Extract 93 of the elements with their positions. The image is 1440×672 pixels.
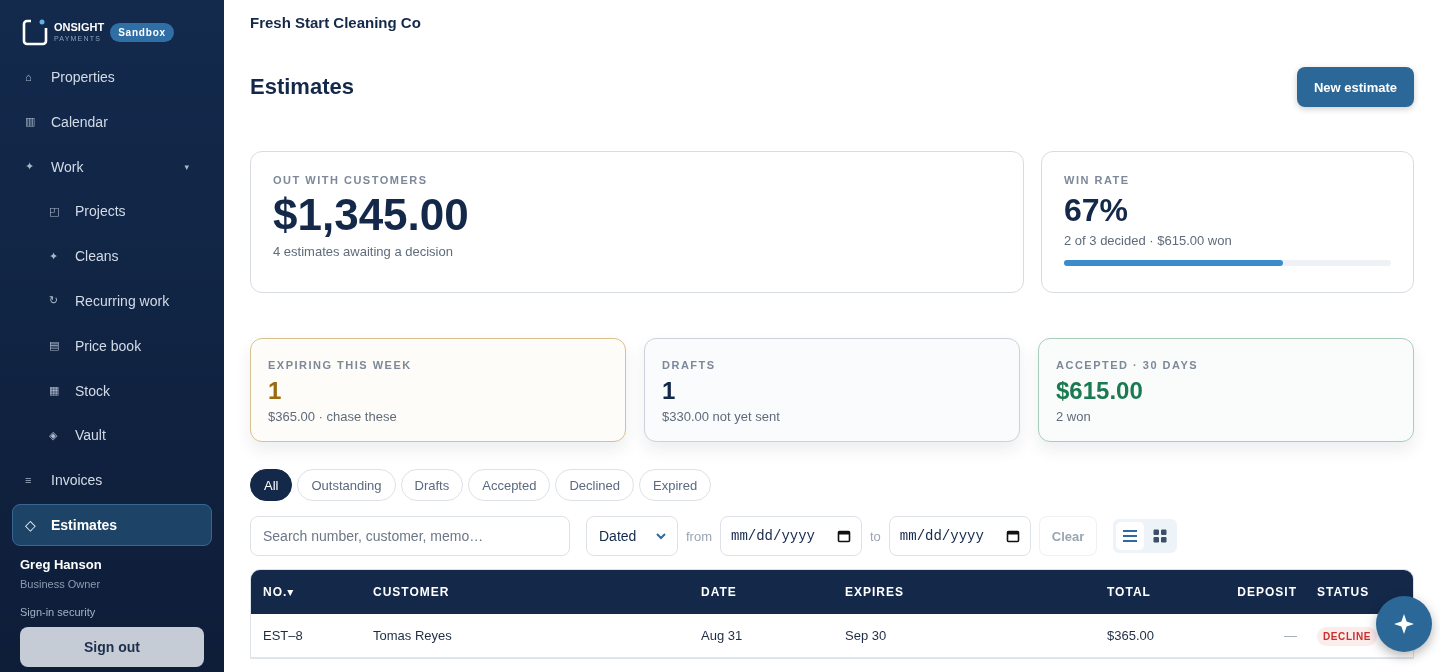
company-name: Fresh Start Cleaning Co (250, 14, 422, 31)
card-value: 1 (662, 377, 677, 405)
brand-name: ONSIGHT (54, 22, 105, 33)
table-cell-text: Tomas Reyes (373, 628, 453, 643)
nav-item[interactable]: ⌂ Properties (12, 56, 212, 98)
nav-icon: ▤ (49, 339, 75, 353)
card-label: ACCEPTED · 30 DAYS (1056, 359, 1200, 371)
from-label: from (686, 528, 712, 544)
nav-icon: ≡ (25, 474, 51, 487)
nav-label: Calendar (51, 113, 109, 130)
card-label: EXPIRING THIS WEEK (268, 359, 413, 371)
column-header[interactable]: TOTAL (1107, 585, 1205, 599)
card-value: $1,345.00 (273, 190, 470, 240)
filter-tab[interactable]: Drafts (400, 469, 464, 501)
nav-item[interactable]: ◈ Vault (12, 414, 212, 457)
nav-icon: ▦ (49, 384, 75, 398)
to-date-field[interactable]: mm/dd/yyyy (888, 516, 1031, 556)
filter-tab[interactable]: Expired (639, 469, 712, 501)
card-value: 1 (268, 377, 283, 405)
sign-in-security-link[interactable]: Sign-in security (20, 605, 204, 618)
column-header[interactable]: EXPIRES (845, 585, 1107, 599)
nav-item[interactable]: ✦ Cleans (12, 235, 212, 278)
nav-label: Projects (75, 203, 127, 220)
card-label: OUT WITH CUSTOMERS (273, 174, 429, 186)
column-header[interactable]: STATUS (1297, 585, 1370, 599)
from-date-field[interactable]: mm/dd/yyyy (720, 516, 862, 556)
card-note: 2 won (1056, 409, 1092, 424)
nav-icon: ⌂ (25, 71, 51, 83)
filter-tab[interactable]: Accepted (468, 469, 551, 501)
card-note: 2 of 3 decided · $615.00 won (1064, 233, 1233, 248)
user-role: Business Owner (20, 577, 102, 590)
card-label: DRAFTS (662, 359, 717, 371)
calendar-icon (1005, 529, 1020, 543)
nav-label: Price book (75, 337, 143, 354)
nav-icon: ✦ (25, 160, 51, 174)
nav-label: Recurring work (75, 293, 171, 309)
column-header[interactable]: NO.▾ (251, 585, 373, 599)
list-icon (1122, 529, 1139, 543)
table-cell-text: Aug 31 (701, 628, 744, 643)
nav-item[interactable]: ▤ Price book (12, 324, 212, 367)
nav-icon: ✦ (49, 249, 75, 263)
new-estimate-button[interactable]: New estimate (1296, 67, 1414, 107)
column-header[interactable]: DEPOSIT (1205, 585, 1297, 599)
card-label: WIN RATE (1064, 174, 1131, 186)
card-value: $615.00 (1056, 377, 1144, 405)
table-cell-text: — (1283, 628, 1297, 643)
card-note: $330.00 not yet sent (662, 409, 781, 424)
nav-label: Properties (51, 69, 116, 85)
nav-icon: ◈ (49, 428, 75, 442)
nav-icon: ▥ (25, 115, 51, 129)
nav-item[interactable]: ◰ Projects (12, 190, 212, 233)
nav-icon: ↻ (49, 294, 75, 308)
page-title: Estimates (250, 74, 354, 100)
sandbox-badge: Sandbox (110, 22, 174, 42)
column-header[interactable]: CUSTOMER (373, 585, 701, 599)
nav-label: Estimates (51, 516, 119, 533)
caret-icon[interactable]: ▾ (184, 161, 189, 172)
to-label: to (870, 528, 881, 544)
grid-icon (1153, 529, 1168, 543)
nav-item[interactable]: ↻ Recurring work (12, 280, 212, 322)
sparkle-icon (1393, 613, 1415, 635)
nav-label: Vault (75, 427, 107, 444)
user-name: Greg Hanson (20, 556, 103, 572)
nav-item[interactable]: ≡ Invoices (12, 459, 212, 502)
status-badge: DECLINE (1317, 627, 1378, 646)
search-field[interactable]: Search number, customer, memo… (250, 516, 570, 556)
card-value: 67% (1064, 192, 1130, 229)
nav-label: Work (51, 158, 85, 175)
table-cell-text: EST–8 (262, 628, 304, 643)
filter-tab[interactable]: Outstanding (297, 469, 396, 501)
assistant-button[interactable] (1376, 596, 1432, 652)
nav-label: Invoices (51, 472, 104, 489)
nav-item[interactable]: ▥ Calendar (12, 100, 212, 143)
nav-label: Stock (75, 382, 111, 399)
card-note: $365.00 · chase these (268, 409, 398, 424)
nav-item[interactable]: ▦ Stock (12, 369, 212, 412)
table-cell-text: $365.00 (1107, 628, 1155, 643)
filter-tab[interactable]: Declined (555, 469, 635, 501)
calendar-icon (837, 529, 851, 543)
nav-label: Cleans (75, 248, 120, 265)
nav-icon: ◇ (25, 516, 51, 533)
table-cell-text: Sep 30 (845, 628, 888, 643)
list-view-button[interactable] (1116, 522, 1145, 550)
logo-icon (22, 18, 48, 46)
nav-item[interactable]: ◇ Estimates (12, 503, 212, 546)
card-note: 4 estimates awaiting a decision (273, 244, 454, 259)
nav-icon: ◰ (49, 204, 75, 218)
column-header[interactable]: DATE (701, 585, 845, 599)
filter-tab[interactable]: All (250, 469, 293, 501)
date-mode-dropdown[interactable]: Dated (586, 516, 678, 556)
sign-out-button[interactable]: Sign out (20, 626, 204, 667)
nav-item[interactable]: ✦ Work ▾ (12, 145, 212, 188)
chevron-icon (655, 532, 667, 540)
